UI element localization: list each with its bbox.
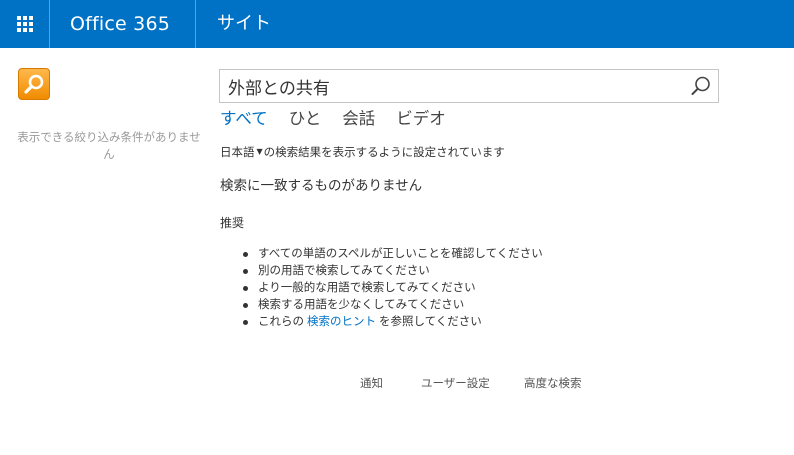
- vertical-videos[interactable]: ビデオ: [396, 108, 446, 130]
- no-results-message: 検索に一致するものがありません: [220, 178, 423, 194]
- vertical-all[interactable]: すべて: [220, 108, 268, 130]
- search-icon: [691, 76, 710, 95]
- suggestion-item: 検索する用語を少なくしてみてください: [243, 296, 543, 313]
- suggestion-item-tips: これらの 検索のヒント を参照してください: [243, 313, 543, 330]
- office365-brand-link[interactable]: Office 365: [70, 12, 170, 36]
- search-box: [219, 69, 719, 103]
- search-magnifier-icon[interactable]: [18, 68, 50, 100]
- suggestion-item: 別の用語で検索してみてください: [243, 262, 543, 279]
- search-input[interactable]: [220, 70, 680, 102]
- alert-me-link[interactable]: 通知: [360, 375, 383, 391]
- suggestions-list: すべての単語のスペルが正しいことを確認してください 別の用語で検索してみてくださ…: [243, 245, 543, 330]
- suite-bar-divider: [49, 0, 50, 48]
- suggestions-heading: 推奨: [220, 216, 245, 230]
- vertical-people[interactable]: ひと: [289, 108, 322, 130]
- refiners-empty-message: 表示できる絞り込み条件がありません: [17, 130, 201, 161]
- language-suffix-text: の検索結果を表示するように設定されています: [263, 145, 505, 159]
- suite-bar-divider: [195, 0, 196, 48]
- search-footer-links: 通知 ユーザー設定 高度な検索: [0, 375, 794, 393]
- suggestion-item: すべての単語のスペルが正しいことを確認してください: [243, 245, 543, 262]
- preferences-link[interactable]: ユーザー設定: [421, 375, 490, 391]
- search-tips-link[interactable]: 検索のヒント: [307, 314, 376, 328]
- app-launcher-button[interactable]: [0, 0, 50, 48]
- tips-prefix: これらの: [258, 314, 304, 328]
- search-verticals: すべて ひと 会話 ビデオ: [220, 108, 467, 130]
- language-dropdown[interactable]: 日本語 ▼: [220, 144, 264, 160]
- language-preference-line: 日本語 ▼ の検索結果を表示するように設定されています: [220, 144, 505, 160]
- language-name: 日本語: [220, 145, 255, 159]
- advanced-search-link[interactable]: 高度な検索: [524, 375, 582, 391]
- sites-link[interactable]: サイト: [217, 12, 271, 36]
- magnifier-glyph: [24, 74, 44, 94]
- suite-bar: Office 365 サイト: [0, 0, 794, 48]
- tips-suffix: を参照してください: [379, 314, 482, 328]
- chevron-down-icon: ▼: [256, 147, 263, 156]
- search-button[interactable]: [690, 75, 712, 97]
- suggestion-item: より一般的な用語で検索してみてください: [243, 279, 543, 296]
- vertical-conversations[interactable]: 会話: [342, 108, 375, 130]
- waffle-grid-icon: [17, 16, 33, 32]
